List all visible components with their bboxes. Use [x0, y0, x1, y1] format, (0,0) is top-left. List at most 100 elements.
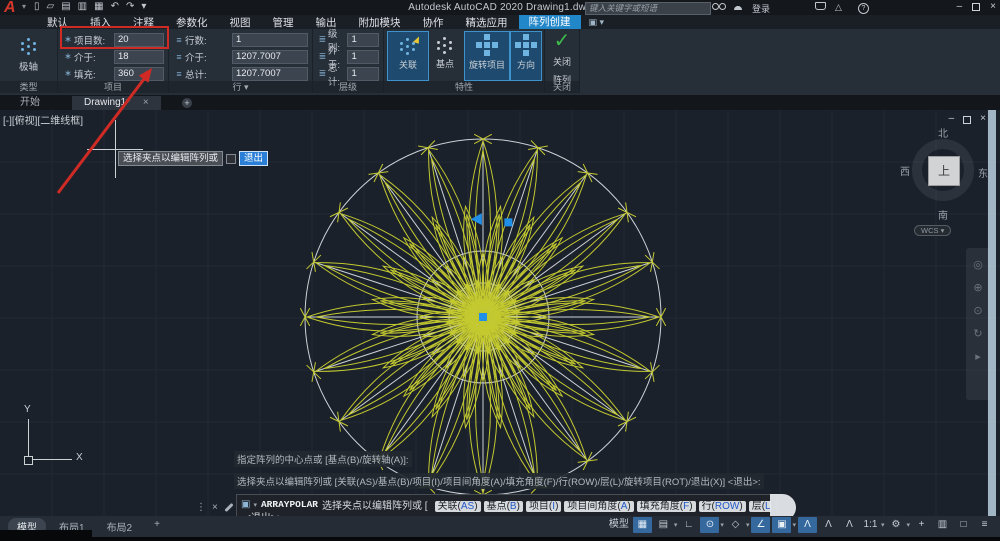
command-recent-caret-icon[interactable]: ▾ — [253, 501, 257, 509]
direction-button[interactable]: 方向 — [510, 31, 542, 81]
contextual-tab-array-creation[interactable]: 阵列创建 — [519, 15, 581, 29]
grid-display-toggle[interactable]: ▦ — [633, 517, 652, 533]
drawing-canvas[interactable] — [0, 110, 1000, 516]
navbar-icon[interactable]: ⊕ — [973, 281, 982, 294]
associative-button[interactable]: 关联 — [387, 31, 429, 81]
vertical-scrollbar[interactable] — [988, 110, 996, 516]
rows-panel-label[interactable]: 行 ▾ — [169, 81, 312, 93]
start-tab[interactable]: 开始 — [8, 96, 52, 110]
help-icon[interactable]: ? — [858, 2, 869, 14]
ribbon-display-toggle[interactable]: ▣ ▾ — [589, 17, 605, 28]
command-grip-icon[interactable]: ⋮ — [196, 502, 206, 513]
ribbon-tab-默认[interactable]: 默认 — [36, 15, 79, 30]
doc-minimize-button[interactable]: – — [949, 113, 955, 124]
command-close-icon[interactable]: × — [212, 502, 218, 513]
command-option-I[interactable]: 项目(I) — [526, 501, 561, 512]
layout-tab-+[interactable]: + — [145, 518, 169, 535]
layout-tab-布局2[interactable]: 布局2 — [98, 518, 142, 535]
doc-close-button[interactable]: × — [980, 113, 986, 124]
new-tab-button[interactable]: + — [182, 98, 192, 108]
navbar-icon[interactable]: ▸ — [975, 350, 981, 363]
close-button[interactable]: × — [990, 1, 996, 12]
ribbon-tab-协作[interactable]: 协作 — [412, 15, 455, 30]
viewcube-top-face[interactable]: 上 — [928, 156, 960, 186]
annotation-monitor-toggle[interactable]: + — [912, 517, 931, 533]
workspace-switching-toggle[interactable]: ⚙ — [886, 517, 905, 533]
annotation-visibility-toggle[interactable]: Λ — [798, 517, 817, 533]
level-total-icon: ≣ — [317, 68, 328, 79]
level-spacing-field[interactable]: 1 — [347, 50, 379, 64]
row-count-field[interactable]: 1 — [232, 33, 308, 47]
isometric-drafting-caret-icon[interactable]: ▾ — [746, 521, 750, 529]
row-spacing-field[interactable]: 1207.7007 — [232, 50, 308, 64]
command-option-A[interactable]: 项目间角度(A) — [564, 501, 633, 512]
drawing-area[interactable]: [-][俯视][二维线框] – × 选择夹点以编辑阵列或 退出 上 北 南 西 … — [0, 110, 1000, 516]
ribbon-tab-插入[interactable]: 插入 — [79, 15, 122, 30]
object-snap-caret-icon[interactable]: ▾ — [792, 521, 796, 529]
base-point-button[interactable]: 基点 — [429, 31, 461, 79]
navbar-icon[interactable]: ↻ — [973, 327, 982, 340]
polar-tracking-caret-icon[interactable]: ▾ — [720, 521, 724, 529]
command-customize-icon[interactable] — [224, 503, 233, 512]
command-option-AS[interactable]: 关联(AS) — [435, 501, 481, 512]
item-count-field[interactable]: 20 — [114, 33, 164, 47]
viewcube-north[interactable]: 北 — [938, 125, 948, 140]
object-snap-toggle[interactable]: ▣ — [772, 517, 791, 533]
search-input[interactable]: 键入关键字或短语 — [585, 2, 711, 15]
model-space-toggle-toggle[interactable]: 模型 — [607, 517, 631, 533]
viewcube-east[interactable]: 东 — [978, 165, 988, 180]
command-option-L[interactable]: 层(L) — [749, 501, 771, 512]
drawing-tab[interactable]: Drawing1* × — [72, 96, 161, 110]
ribbon-tab-附加模块[interactable]: 附加模块 — [348, 15, 412, 30]
ribbon-tab-视图[interactable]: 视图 — [219, 15, 262, 30]
scale-value-caret-icon[interactable]: ▾ — [881, 521, 885, 529]
restore-button[interactable] — [972, 3, 980, 11]
row-total-field[interactable]: 1207.7007 — [232, 67, 308, 81]
snap-mode-caret-icon[interactable]: ▾ — [674, 521, 678, 529]
navbar-icon[interactable]: ◎ — [973, 258, 983, 271]
command-line-window[interactable]: ▣ ▾ ARRAYPOLAR 选择夹点以编辑阵列或 [ 关联(AS)基点(B)项… — [236, 494, 778, 516]
annotation-autoscale-toggle[interactable]: Λ — [819, 517, 838, 533]
rotate-items-button[interactable]: 旋转项目 — [464, 31, 510, 81]
viewport-controls-label[interactable]: [-][俯视][二维线框] — [3, 112, 83, 127]
viewcube-south[interactable]: 南 — [938, 207, 948, 222]
command-option-F[interactable]: 填充角度(F) — [637, 501, 696, 512]
command-option-B[interactable]: 基点(B) — [484, 501, 523, 512]
level-total-field[interactable]: 1 — [347, 67, 379, 81]
doc-restore-button[interactable] — [963, 116, 971, 124]
tab-close-icon[interactable]: × — [143, 97, 149, 108]
fill-angle-field[interactable]: 360 — [114, 67, 164, 81]
clean-screen-toggle[interactable]: □ — [954, 517, 973, 533]
search-icon[interactable] — [712, 2, 726, 12]
ribbon-tab-参数化[interactable]: 参数化 — [165, 15, 219, 30]
polar-tracking-toggle[interactable]: ⊙ — [700, 517, 719, 533]
workspace-switching-caret-icon[interactable]: ▾ — [906, 521, 910, 529]
exit-option-chip[interactable]: 退出 — [239, 151, 268, 166]
close-array-button[interactable]: ✓ 关闭 阵列 — [545, 31, 579, 88]
isometric-drafting-toggle[interactable]: ◇ — [726, 517, 745, 533]
app-store-cart-icon[interactable] — [815, 2, 826, 12]
minimize-button[interactable]: – — [957, 1, 963, 12]
row-count-icon: ≡ — [173, 35, 185, 45]
ribbon-tab-注释[interactable]: 注释 — [122, 15, 165, 30]
command-default-option[interactable]: <退出>: — [245, 509, 279, 516]
share-icon[interactable]: △ — [835, 2, 842, 13]
command-option-ROW[interactable]: 行(ROW) — [699, 501, 746, 512]
viewcube-west[interactable]: 西 — [900, 163, 910, 178]
sign-in-icon[interactable] — [736, 2, 742, 12]
sign-in-label[interactable]: 登录 — [752, 2, 770, 15]
customization-toggle[interactable]: ≡ — [975, 517, 994, 533]
ortho-mode-toggle[interactable]: ∟ — [679, 517, 698, 533]
scale-value-toggle[interactable]: 1:1 — [861, 517, 880, 533]
level-count-field[interactable]: 1 — [347, 33, 379, 47]
wcs-dropdown[interactable]: WCS ▾ — [914, 225, 951, 236]
navbar-icon[interactable]: ⊙ — [973, 304, 982, 317]
item-angle-field[interactable]: 18 — [114, 50, 164, 64]
ribbon-tab-精选应用[interactable]: 精选应用 — [455, 15, 519, 30]
ribbon-tab-管理[interactable]: 管理 — [262, 15, 305, 30]
snap-mode-toggle[interactable]: ▤ — [654, 517, 673, 533]
annotation-scale-toggle[interactable]: Λ — [840, 517, 859, 533]
object-snap-tracking-toggle[interactable]: ∠ — [751, 517, 770, 533]
isolate-objects-toggle[interactable]: ▥ — [933, 517, 952, 533]
polar-type-button[interactable]: 极轴 — [0, 59, 57, 73]
